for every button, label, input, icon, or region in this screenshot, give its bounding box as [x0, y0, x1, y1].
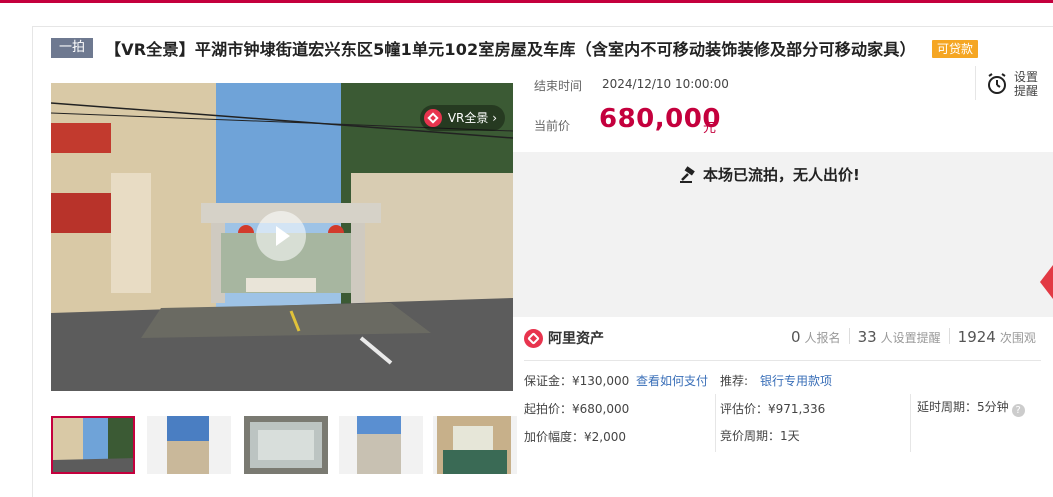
column-divider — [715, 394, 716, 452]
auction-status: 本场已流拍，无人出价! — [679, 164, 860, 185]
thumbnail-image — [147, 416, 231, 474]
stat-reminders: 33 人设置提醒 — [848, 328, 949, 346]
loan-available-badge: 可贷款 — [932, 40, 979, 58]
alarm-clock-icon — [988, 73, 1006, 94]
auction-status-text: 本场已流拍，无人出价! — [703, 166, 860, 184]
stat-label: 次围观 — [999, 331, 1036, 345]
auction-round-badge: 一拍 — [51, 38, 93, 58]
delay-cycle-text: 延时周期：5分钟 — [917, 400, 1009, 414]
main-property-photo[interactable]: VR全景 › — [51, 83, 513, 391]
auction-status-panel: 本场已流拍，无人出价! — [513, 152, 1053, 317]
recommend-label: 推荐: — [720, 374, 749, 388]
end-time-value: 2024/12/10 10:00:00 — [602, 77, 729, 91]
start-price: 起拍价：¥680,000 — [524, 402, 630, 416]
set-reminder-button[interactable]: 设置 提醒 — [975, 66, 1053, 100]
current-price-unit: 元 — [703, 121, 717, 136]
page-title: 【VR全景】平湖市钟埭街道宏兴东区5幢1单元102室房屋及车库（含室内不可移动装… — [105, 40, 916, 59]
auction-stats: 0 人报名 33 人设置提醒 1924 次围观 — [783, 328, 1044, 346]
vr-label: VR全景 › — [447, 111, 497, 125]
thumbnail-image — [433, 416, 517, 474]
current-price-label: 当前价 — [534, 119, 571, 133]
stat-label: 人报名 — [804, 331, 841, 345]
divider — [524, 360, 1041, 361]
set-reminder-label: 设置 提醒 — [1014, 70, 1039, 98]
end-time-label: 结束时间 — [534, 79, 583, 93]
top-accent-line — [0, 0, 1053, 3]
column-divider — [910, 394, 911, 452]
auction-info-panel: 结束时间 2024/12/10 10:00:00 设置 提醒 当前价 680,0… — [513, 62, 1053, 497]
play-video-icon[interactable] — [256, 211, 306, 261]
evaluation-price: 评估价：¥971,336 — [720, 402, 826, 416]
thumbnail-5[interactable] — [433, 416, 517, 474]
stat-number: 0 — [791, 328, 801, 346]
deposit-value: 保证金：¥130,000 — [524, 374, 630, 388]
thumbnail-image — [339, 416, 423, 474]
delay-cycle: 延时周期：5分钟? — [917, 398, 1025, 417]
platform-brand: 阿里资产 — [524, 328, 604, 348]
thumbnail-3[interactable] — [244, 416, 328, 474]
vr-icon — [423, 109, 442, 127]
stat-views: 1924 次围观 — [948, 328, 1044, 346]
help-question-icon[interactable]: ? — [1011, 404, 1025, 417]
platform-name: 阿里资产 — [548, 331, 604, 347]
thumbnail-4[interactable] — [339, 416, 423, 474]
how-to-pay-link[interactable]: 查看如何支付 — [636, 372, 708, 389]
bank-special-funds-link[interactable]: 银行专用款项 — [760, 372, 832, 389]
ali-assets-logo-icon — [524, 328, 543, 348]
stat-number: 1924 — [957, 328, 996, 346]
stat-label: 人设置提醒 — [880, 331, 941, 345]
vr-panorama-button[interactable]: VR全景 › — [419, 105, 505, 131]
thumbnail-image — [53, 418, 133, 472]
price-increment: 加价幅度：¥2,000 — [524, 430, 626, 444]
thumbnail-2[interactable] — [147, 416, 231, 474]
thumbnail-image — [244, 416, 328, 474]
stat-registered: 0 人报名 — [783, 328, 849, 346]
thumbnail-strip — [51, 416, 517, 474]
thumbnail-1[interactable] — [51, 416, 135, 474]
bid-cycle: 竞价周期：1天 — [720, 429, 800, 443]
gavel-icon — [680, 165, 695, 183]
stat-number: 33 — [857, 328, 877, 346]
